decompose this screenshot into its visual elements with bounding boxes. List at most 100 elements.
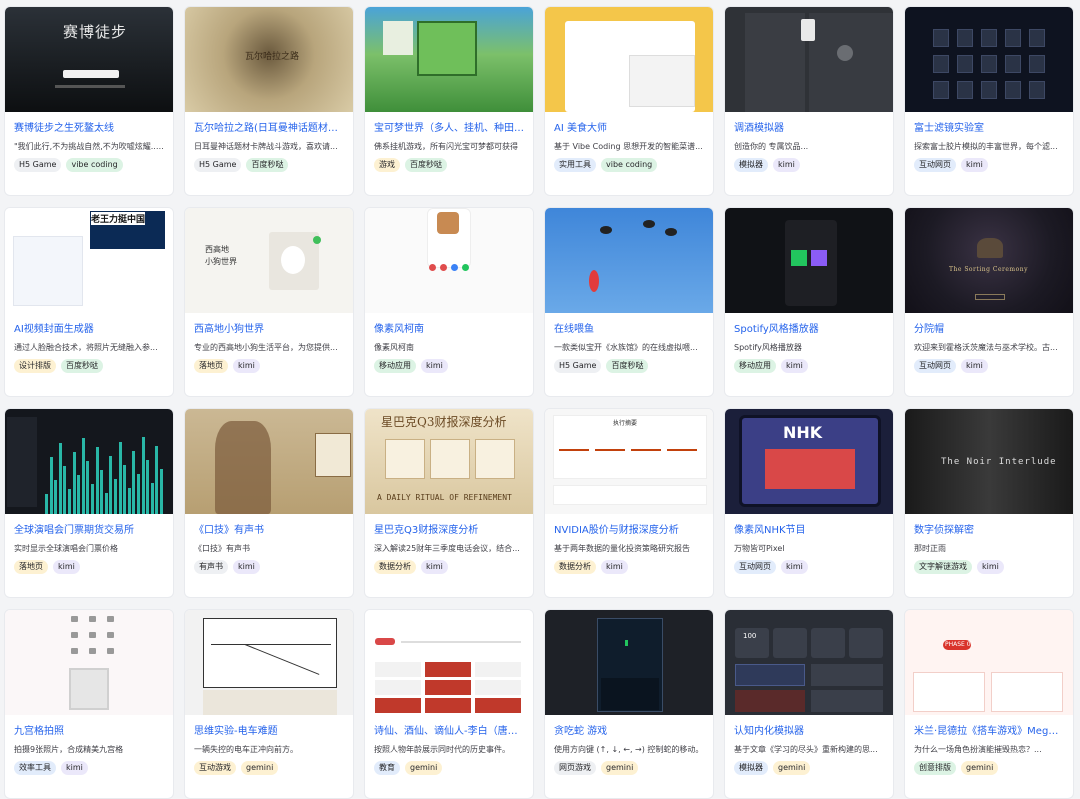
tag-badge[interactable]: gemini (241, 761, 279, 775)
project-thumbnail[interactable] (725, 7, 893, 112)
tag-badge[interactable]: 移动应用 (734, 359, 776, 373)
tag-badge[interactable]: kimi (233, 560, 260, 574)
project-title[interactable]: NVIDIA股价与财报深度分析 (554, 524, 704, 537)
project-thumbnail[interactable] (185, 610, 353, 715)
project-card[interactable]: 诗仙、酒仙、谪仙人-李白（唐朝）... 按照人物年龄展示同时代的历史事件。 教育 ge… (364, 609, 534, 799)
tag-badge[interactable]: gemini (601, 761, 639, 775)
project-card[interactable]: Spotify风格播放器 Spotify风格播放器 移动应用 kimi (724, 207, 894, 397)
tag-badge[interactable]: 互动网页 (914, 158, 956, 172)
project-thumbnail[interactable] (365, 208, 533, 313)
tag-badge[interactable]: 百度秒哒 (246, 158, 289, 172)
project-title[interactable]: 赛博徒步之生死鳌太线 (14, 122, 164, 135)
project-card[interactable]: The Sorting Ceremony 分院帽 欢迎来到霍格沃茨魔法与巫术学校。… (904, 207, 1074, 397)
project-thumbnail[interactable]: 瓦尔哈拉之路 (185, 7, 353, 112)
project-thumbnail[interactable]: NHK (725, 409, 893, 514)
tag-badge[interactable]: 效率工具 (14, 761, 56, 775)
tag-badge[interactable]: gemini (773, 761, 811, 775)
project-title[interactable]: 思维实验-电车难题 (194, 725, 344, 738)
project-card[interactable]: 赛博徒步 赛博徒步之生死鳌太线 "我们此行,不为挑战自然,不为吹嘘炫耀......… (4, 6, 174, 196)
project-card[interactable]: 《口技》有声书 《口技》有声书 有声书 kimi (184, 408, 354, 598)
tag-badge[interactable]: 互动网页 (734, 560, 776, 574)
project-card[interactable]: 在线喂鱼 一款类似宝开《水族馆》的在线虚拟喂... H5 Game 百度秒哒 (544, 207, 714, 397)
project-title[interactable]: Spotify风格播放器 (734, 323, 884, 336)
project-thumbnail[interactable] (545, 208, 713, 313)
project-title[interactable]: 像素风NHK节目 (734, 524, 884, 537)
project-card[interactable]: NHK 像素风NHK节目 万物皆可Pixel 互动网页 kimi (724, 408, 894, 598)
project-title[interactable]: 富士滤镜实验室 (914, 122, 1064, 135)
project-thumbnail[interactable] (185, 409, 353, 514)
project-card[interactable]: 西高地 小狗世界 西高地小狗世界 专业的西高地小狗生活平台，为您提供... 落地页 k… (184, 207, 354, 397)
project-thumbnail[interactable]: 老王力挺中国 (5, 208, 173, 313)
project-title[interactable]: 调酒模拟器 (734, 122, 884, 135)
project-card[interactable]: The Noir Interlude 数字侦探解密 那时正雨 文字解谜游戏 kimi (904, 408, 1074, 598)
project-thumbnail[interactable] (905, 7, 1073, 112)
tag-badge[interactable]: kimi (977, 560, 1004, 574)
tag-badge[interactable]: kimi (53, 560, 80, 574)
project-title[interactable]: 米兰·昆德拉《搭车游戏》Megherib (914, 725, 1064, 738)
project-title[interactable]: 数字侦探解密 (914, 524, 1064, 537)
project-card[interactable]: 富士滤镜实验室 探索富士胶片模拟的丰富世界，每个滤... 互动网页 kimi (904, 6, 1074, 196)
tag-badge[interactable]: 移动应用 (374, 359, 416, 373)
tag-badge[interactable]: 互动网页 (914, 359, 956, 373)
tag-badge[interactable]: kimi (61, 761, 88, 775)
tag-badge[interactable]: 有声书 (194, 560, 228, 574)
project-card[interactable]: PHASE 01 米兰·昆德拉《搭车游戏》Megherib 为什么一场角色扮演能摧… (904, 609, 1074, 799)
tag-badge[interactable]: vibe coding (66, 158, 123, 172)
project-title[interactable]: 在线喂鱼 (554, 323, 704, 336)
project-thumbnail[interactable]: PHASE 01 (905, 610, 1073, 715)
project-card[interactable]: AI 美食大师 基于 Vibe Coding 思想开发的智能菜谱... 实用工具 vi… (544, 6, 714, 196)
project-card[interactable]: 像素风柯南 像素风柯南 移动应用 kimi (364, 207, 534, 397)
project-card[interactable]: 思维实验-电车难题 一辆失控的电车正冲向前方。 互动游戏 gemini (184, 609, 354, 799)
project-thumbnail[interactable] (365, 7, 533, 112)
project-thumbnail[interactable]: The Noir Interlude (905, 409, 1073, 514)
project-thumbnail[interactable]: 执行摘要 (545, 409, 713, 514)
tag-badge[interactable]: 文字解谜游戏 (914, 560, 972, 574)
tag-badge[interactable]: 落地页 (194, 359, 228, 373)
tag-badge[interactable]: 教育 (374, 761, 400, 775)
project-card[interactable]: 调酒模拟器 创造你的 专属饮品... 模拟器 kimi (724, 6, 894, 196)
project-thumbnail[interactable]: 赛博徒步 (5, 7, 173, 112)
project-title[interactable]: AI视频封面生成器 (14, 323, 164, 336)
tag-badge[interactable]: 模拟器 (734, 761, 768, 775)
tag-badge[interactable]: gemini (405, 761, 443, 775)
tag-badge[interactable]: kimi (773, 158, 800, 172)
tag-badge[interactable]: kimi (233, 359, 260, 373)
project-thumbnail[interactable] (365, 610, 533, 715)
project-title[interactable]: 九宫格拍照 (14, 725, 164, 738)
project-thumbnail[interactable]: 100 (725, 610, 893, 715)
tag-badge[interactable]: 创意排版 (914, 761, 956, 775)
project-title[interactable]: 贪吃蛇 游戏 (554, 725, 704, 738)
tag-badge[interactable]: kimi (781, 359, 808, 373)
project-title[interactable]: 像素风柯南 (374, 323, 524, 336)
project-thumbnail[interactable] (545, 7, 713, 112)
project-thumbnail[interactable] (725, 208, 893, 313)
project-thumbnail[interactable] (5, 409, 173, 514)
tag-badge[interactable]: 网页游戏 (554, 761, 596, 775)
project-card[interactable]: 九宫格拍照 拍摄9张照片，合成精美九宫格 效率工具 kimi (4, 609, 174, 799)
tag-badge[interactable]: kimi (601, 560, 628, 574)
tag-badge[interactable]: 模拟器 (734, 158, 768, 172)
project-card[interactable]: 星巴克Q3财报深度分析 A DAILY RITUAL OF REFINEMENT… (364, 408, 534, 598)
tag-badge[interactable]: H5 Game (554, 359, 602, 373)
project-title[interactable]: 分院帽 (914, 323, 1064, 336)
tag-badge[interactable]: 百度秒哒 (405, 158, 447, 172)
tag-badge[interactable]: kimi (781, 560, 808, 574)
project-title[interactable]: 《口技》有声书 (194, 524, 344, 537)
tag-badge[interactable]: 数据分析 (554, 560, 596, 574)
project-title[interactable]: AI 美食大师 (554, 122, 704, 135)
project-title[interactable]: 星巴克Q3财报深度分析 (374, 524, 524, 537)
tag-badge[interactable]: 设计排版 (14, 359, 56, 373)
tag-badge[interactable]: kimi (961, 359, 988, 373)
tag-badge[interactable]: kimi (961, 158, 988, 172)
tag-badge[interactable]: 落地页 (14, 560, 48, 574)
project-title[interactable]: 认知内化模拟器 (734, 725, 884, 738)
tag-badge[interactable]: 百度秒哒 (606, 359, 649, 373)
project-thumbnail[interactable]: The Sorting Ceremony (905, 208, 1073, 313)
project-card[interactable]: 全球演唱会门票期货交易所 实时显示全球演唱会门票价格 落地页 kimi (4, 408, 174, 598)
tag-badge[interactable]: 百度秒哒 (61, 359, 103, 373)
project-thumbnail[interactable]: 西高地 小狗世界 (185, 208, 353, 313)
project-thumbnail[interactable]: 星巴克Q3财报深度分析 A DAILY RITUAL OF REFINEMENT (365, 409, 533, 514)
project-title[interactable]: 西高地小狗世界 (194, 323, 344, 336)
project-thumbnail[interactable] (545, 610, 713, 715)
tag-badge[interactable]: kimi (421, 560, 448, 574)
